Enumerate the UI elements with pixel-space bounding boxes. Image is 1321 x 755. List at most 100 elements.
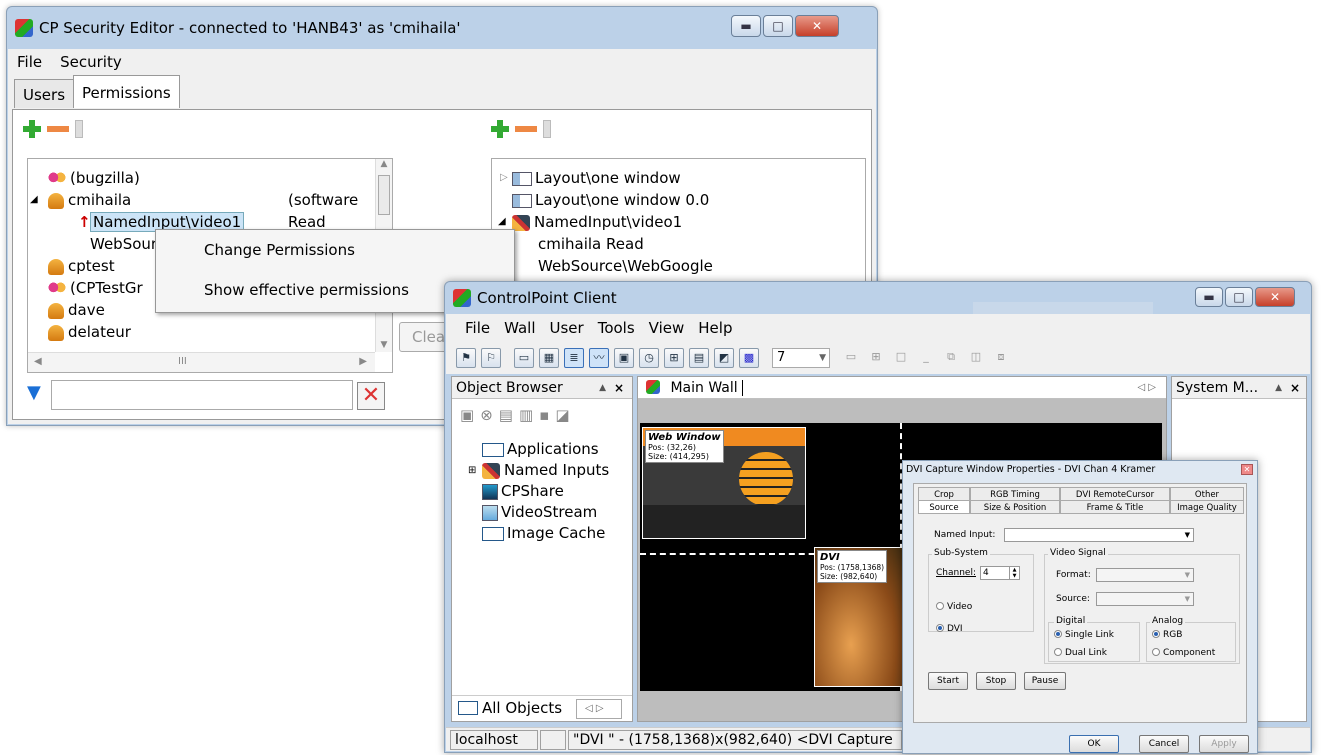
properties-icon[interactable]: ◩	[714, 348, 734, 368]
remove-icon[interactable]	[515, 126, 537, 132]
chart-icon[interactable]: 〰	[589, 348, 609, 368]
close-icon[interactable]: ×	[614, 377, 624, 399]
expand-icon[interactable]: ⊞	[468, 460, 476, 481]
dvi-window-thumb[interactable]: DVI Pos: (1758,1368) Size: (982,640)	[814, 547, 906, 687]
tree-row[interactable]: Layout\one window 0.0	[512, 189, 852, 211]
image-icon[interactable]: ▣	[614, 348, 634, 368]
apply-button[interactable]: Apply	[1199, 735, 1249, 753]
folder-icon[interactable]: ▤	[689, 348, 709, 368]
filter-input[interactable]	[51, 380, 353, 410]
tab-scroll-arrows[interactable]: ◁ ▷	[1137, 377, 1156, 399]
radio-dvi[interactable]: DVI	[936, 624, 963, 634]
menu-item-change-permissions[interactable]: Change Permissions	[156, 230, 514, 270]
close-icon[interactable]: ×	[1290, 377, 1300, 399]
tree-row[interactable]: cmihaila Read	[512, 233, 852, 255]
radio-component[interactable]: Component	[1152, 648, 1215, 658]
tab-source[interactable]: Source	[918, 500, 970, 514]
tab-users[interactable]: Users	[14, 79, 75, 108]
tab-frame-title[interactable]: Frame & Title	[1060, 500, 1170, 514]
connect-icon[interactable]: ⚑	[456, 348, 476, 368]
horizontal-scrollbar[interactable]: ◀ III ▶	[28, 352, 375, 372]
tab-crop[interactable]: Crop	[918, 487, 970, 501]
scroll-left-icon[interactable]: ◀	[34, 356, 42, 367]
clock-icon[interactable]: ◷	[639, 348, 659, 368]
scroll-right-icon[interactable]: ▶	[359, 356, 367, 367]
tab-scroll-arrows[interactable]: ◁ ▷	[576, 699, 622, 719]
radio-video[interactable]: Video	[936, 602, 972, 612]
tree-row[interactable]: Applications	[458, 439, 628, 460]
layout-combo[interactable]: 7 ▼	[772, 348, 830, 368]
maximize-tile-icon[interactable]: □	[891, 348, 911, 368]
menu-help[interactable]: Help	[691, 319, 739, 337]
scroll-down-icon[interactable]: ▼	[376, 340, 392, 350]
tree-row[interactable]: (bugzilla)	[48, 167, 378, 189]
pin-icon[interactable]: ▲	[599, 377, 606, 399]
scroll-up-icon[interactable]: ▲	[376, 159, 392, 169]
source-select[interactable]: ▼	[1096, 592, 1194, 606]
remove-icon[interactable]	[47, 126, 69, 132]
print-icon[interactable]: ▤	[499, 406, 513, 424]
tile-grid-icon[interactable]: ⊞	[866, 348, 886, 368]
tab-image-quality[interactable]: Image Quality	[1170, 500, 1244, 514]
delete-icon[interactable]: ⊗	[480, 406, 493, 424]
web-window-thumb[interactable]: Web Window Pos: (32,26) Size: (414,295)	[642, 427, 806, 539]
menu-user[interactable]: User	[543, 319, 591, 337]
scroll-grip[interactable]: III	[178, 356, 187, 367]
menu-security[interactable]: Security	[51, 53, 131, 71]
edit-icon[interactable]: ◪	[555, 406, 569, 424]
tab-main-wall[interactable]: Main Wall	[670, 380, 737, 396]
grid-window-icon[interactable]: ▦	[539, 348, 559, 368]
minimize-tile-icon[interactable]: _	[916, 348, 936, 368]
named-input-select[interactable]: ▼	[1004, 528, 1194, 542]
toolbar-dropdown-icon[interactable]	[75, 120, 83, 138]
minimize-button[interactable]: ▬	[731, 15, 761, 37]
menu-view[interactable]: View	[642, 319, 692, 337]
cancel-button[interactable]: Cancel	[1139, 735, 1189, 753]
disconnect-icon[interactable]: ⚐	[481, 348, 501, 368]
radio-rgb[interactable]: RGB	[1152, 630, 1182, 640]
tab-size-position[interactable]: Size & Position	[970, 500, 1060, 514]
scroll-thumb[interactable]	[378, 175, 390, 215]
tree-row[interactable]: VideoStream	[458, 502, 628, 523]
tree-row[interactable]: ◢ NamedInput\video1	[498, 211, 852, 233]
save-icon[interactable]: ▪	[539, 406, 549, 424]
tree-row[interactable]: Image Cache	[458, 523, 628, 544]
tree-row[interactable]: ◢ cmihaila (software	[30, 189, 378, 211]
format-select[interactable]: ▼	[1096, 568, 1194, 582]
ok-button[interactable]: OK	[1069, 735, 1119, 753]
window-icon[interactable]: ▭	[514, 348, 534, 368]
maximize-button[interactable]: □	[1225, 287, 1253, 307]
list-icon[interactable]: ≣	[564, 348, 584, 368]
radio-dual-link[interactable]: Dual Link	[1054, 648, 1107, 658]
monitor-icon[interactable]: ▥	[519, 406, 533, 424]
tree-row[interactable]: WebSource\WebGoogle	[512, 255, 852, 277]
add-icon[interactable]	[23, 120, 41, 138]
radio-single-link[interactable]: Single Link	[1054, 630, 1114, 640]
menu-file[interactable]: File	[458, 319, 497, 337]
restore-icon[interactable]: ⧉	[941, 348, 961, 368]
close-button[interactable]: ✕	[795, 15, 839, 37]
minimize-button[interactable]: ▬	[1195, 287, 1223, 307]
stop-button[interactable]: Stop	[976, 672, 1016, 690]
start-button[interactable]: Start	[928, 672, 968, 690]
tree-row[interactable]: ⊞ Named Inputs	[458, 460, 628, 481]
toolbar-dropdown-icon[interactable]	[543, 120, 551, 138]
add-icon[interactable]	[491, 120, 509, 138]
close-icon[interactable]: ✕	[1241, 464, 1253, 475]
menu-wall[interactable]: Wall	[497, 319, 542, 337]
pin-icon[interactable]: ▲	[1275, 377, 1282, 399]
close-tile-icon[interactable]: ◫	[966, 348, 986, 368]
collapse-icon[interactable]: ◢	[30, 189, 38, 211]
clear-filter-button[interactable]: ✕	[357, 382, 385, 410]
tile-left-icon[interactable]: ▭	[841, 348, 861, 368]
menu-tools[interactable]: Tools	[591, 319, 642, 337]
spin-icon[interactable]: ▲ ▼	[1009, 567, 1019, 579]
pause-button[interactable]: Pause	[1024, 672, 1066, 690]
tab-rgb-timing[interactable]: RGB Timing	[970, 487, 1060, 501]
expand-icon[interactable]: ▷	[500, 167, 508, 189]
channel-stepper[interactable]: 4 ▲ ▼	[980, 566, 1020, 580]
matrix-icon[interactable]: ▩	[739, 348, 759, 368]
tree-row[interactable]: CPShare	[458, 481, 628, 502]
tiles-icon[interactable]: ⊞	[664, 348, 684, 368]
tab-other[interactable]: Other	[1170, 487, 1244, 501]
